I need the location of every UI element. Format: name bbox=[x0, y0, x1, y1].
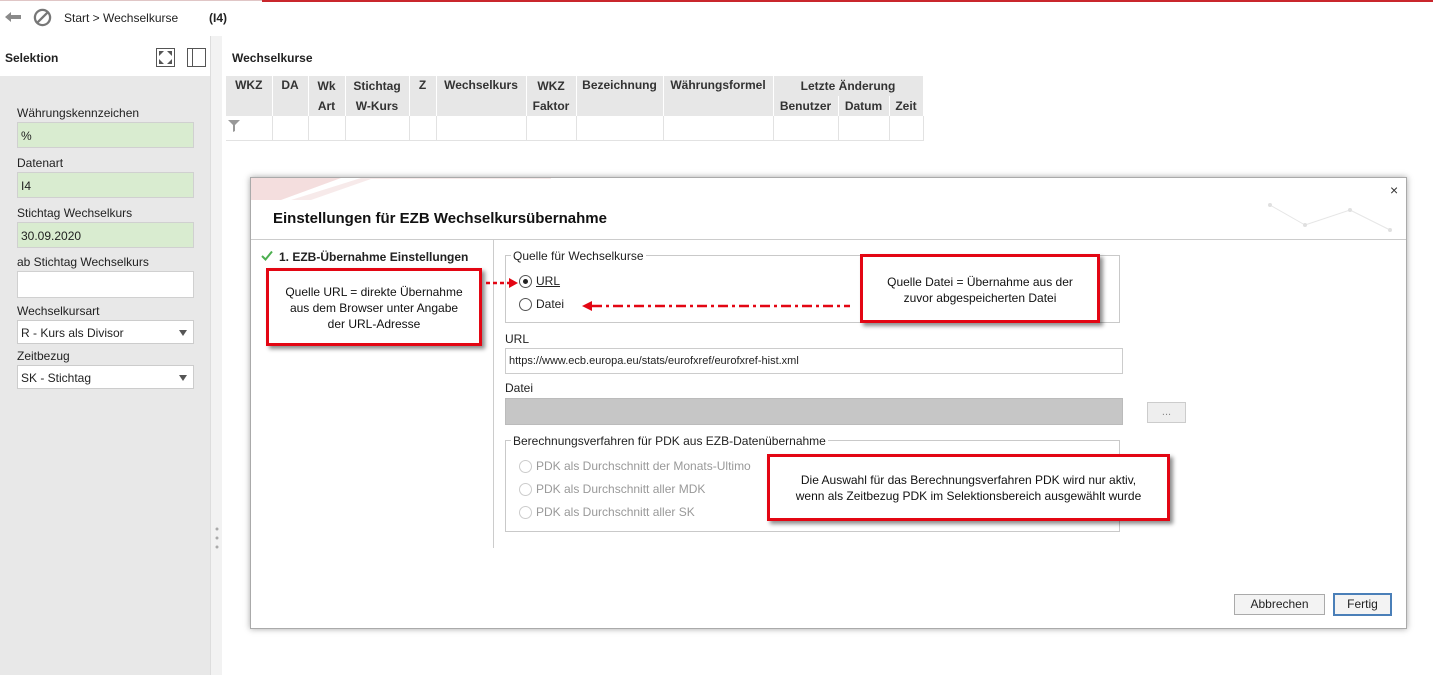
waehrung-label: Währungskennzeichen bbox=[17, 106, 140, 120]
filter-cell[interactable] bbox=[889, 116, 924, 141]
pdk-annotation: Die Auswahl für das Berechnungsverfahren… bbox=[767, 454, 1170, 521]
filter-cell[interactable] bbox=[773, 116, 839, 141]
col-datum[interactable]: Datum bbox=[838, 96, 890, 116]
cancel-button[interactable]: Abbrechen bbox=[1234, 594, 1325, 615]
ban-icon[interactable] bbox=[33, 8, 52, 27]
calculation-group-legend: Berechnungsverfahren für PDK aus EZB-Dat… bbox=[511, 434, 828, 448]
waehrung-input[interactable]: % bbox=[17, 122, 194, 148]
col-da[interactable]: DA bbox=[272, 76, 309, 116]
zeitbezug-value: SK - Stichtag bbox=[21, 371, 92, 385]
radio-pdk-mdk[interactable] bbox=[519, 483, 532, 496]
exchange-rate-table: WKZ DA Wk Stichtag Z Wechselkurs WKZ Bez… bbox=[226, 76, 924, 141]
panel-splitter[interactable] bbox=[210, 36, 222, 675]
col-wkz[interactable]: WKZ bbox=[226, 76, 273, 116]
filter-cell[interactable] bbox=[436, 116, 527, 141]
finish-button[interactable]: Fertig bbox=[1333, 593, 1392, 616]
col-wkz-faktor-top[interactable]: WKZ bbox=[526, 76, 577, 96]
url-arrow-icon bbox=[486, 278, 518, 288]
filter-cell[interactable] bbox=[226, 116, 273, 141]
col-z[interactable]: Z bbox=[409, 76, 437, 116]
col-wk-art-bottom[interactable]: Art bbox=[308, 96, 346, 116]
pdk-note-line: wenn als Zeitbezug PDK im Selektionsbere… bbox=[795, 489, 1142, 503]
col-wechselkurs[interactable]: Wechselkurs bbox=[436, 76, 527, 116]
datei-label: Datei bbox=[505, 381, 534, 395]
close-icon[interactable]: × bbox=[1390, 182, 1398, 198]
filter-cell[interactable] bbox=[409, 116, 437, 141]
col-letzte-aenderung[interactable]: Letzte Änderung bbox=[773, 76, 924, 96]
radio-datei[interactable] bbox=[519, 298, 532, 311]
filter-cell[interactable] bbox=[663, 116, 774, 141]
view-code: (I4) bbox=[209, 11, 227, 25]
filter-icon[interactable] bbox=[228, 120, 240, 133]
back-arrow-icon[interactable] bbox=[4, 10, 22, 24]
col-wk-art-top[interactable]: Wk bbox=[308, 76, 346, 96]
col-zeit[interactable]: Zeit bbox=[889, 96, 924, 116]
radio-pdk-mdk-label[interactable]: PDK als Durchschnitt aller MDK bbox=[536, 482, 705, 496]
kursart-label: Wechselkursart bbox=[17, 304, 100, 318]
filter-row bbox=[226, 116, 924, 141]
radio-url[interactable] bbox=[519, 275, 532, 288]
dialog-title: Einstellungen für EZB Wechselkursübernah… bbox=[273, 210, 607, 227]
datei-note-line: Quelle Datei = Übernahme aus der bbox=[887, 275, 1073, 289]
chevron-down-icon bbox=[179, 330, 187, 336]
radio-pdk-monats-ultimo-label[interactable]: PDK als Durchschnitt der Monats-Ultimo bbox=[536, 459, 751, 473]
url-annotation: Quelle URL = direkte Übernahme aus dem B… bbox=[266, 268, 482, 346]
source-group-legend: Quelle für Wechselkurse bbox=[511, 249, 646, 263]
col-formel[interactable]: Währungsformel bbox=[663, 76, 774, 116]
expand-icon[interactable] bbox=[156, 48, 175, 67]
datei-note-line: zuvor abgespeicherten Datei bbox=[903, 291, 1057, 305]
zeitbezug-select[interactable]: SK - Stichtag bbox=[17, 365, 194, 389]
col-stichtag-bottom[interactable]: W-Kurs bbox=[345, 96, 410, 116]
url-note-line: aus dem Browser unter Angabe bbox=[289, 301, 459, 315]
datei-input[interactable] bbox=[505, 398, 1123, 425]
url-label: URL bbox=[505, 332, 530, 346]
radio-url-label[interactable]: URL bbox=[536, 274, 560, 288]
filter-cell[interactable] bbox=[526, 116, 577, 141]
stichtag-label: Stichtag Wechselkurs bbox=[17, 206, 133, 220]
col-wkz-faktor-bottom[interactable]: Faktor bbox=[526, 96, 577, 116]
url-note-line: Quelle URL = direkte Übernahme bbox=[285, 285, 463, 299]
ab-stichtag-input[interactable] bbox=[17, 271, 194, 298]
datenart-input[interactable]: I4 bbox=[17, 172, 194, 198]
radio-pdk-monats-ultimo[interactable] bbox=[519, 460, 532, 473]
check-icon bbox=[261, 250, 273, 261]
stichtag-input[interactable]: 30.09.2020 bbox=[17, 222, 194, 248]
datenart-label: Datenart bbox=[17, 156, 64, 170]
drag-handle-icon bbox=[215, 527, 219, 549]
zeitbezug-label: Zeitbezug bbox=[17, 349, 70, 363]
dialog-network-decoration bbox=[1268, 203, 1392, 232]
col-stichtag-top[interactable]: Stichtag bbox=[345, 76, 410, 96]
filter-cell[interactable] bbox=[576, 116, 664, 141]
ab-stichtag-label: ab Stichtag Wechselkurs bbox=[17, 255, 149, 269]
datei-arrow-icon bbox=[582, 301, 850, 311]
col-benutzer[interactable]: Benutzer bbox=[773, 96, 839, 116]
sidebar-toggle-icon[interactable] bbox=[187, 48, 206, 67]
browse-button[interactable]: ... bbox=[1147, 402, 1186, 423]
radio-datei-label[interactable]: Datei bbox=[536, 297, 564, 311]
breadcrumb[interactable]: Start > Wechselkurse bbox=[64, 11, 178, 25]
kursart-select[interactable]: R - Kurs als Divisor bbox=[17, 320, 194, 344]
pdk-note-line: Die Auswahl für das Berechnungsverfahren… bbox=[800, 473, 1137, 487]
filter-cell[interactable] bbox=[838, 116, 890, 141]
main-title: Wechselkurse bbox=[232, 51, 313, 65]
datei-annotation: Quelle Datei = Übernahme aus der zuvor a… bbox=[860, 254, 1100, 323]
dialog-decoration bbox=[251, 178, 551, 200]
dialog-title-divider bbox=[251, 239, 1406, 240]
chevron-down-icon bbox=[179, 375, 187, 381]
col-bezeichnung[interactable]: Bezeichnung bbox=[576, 76, 664, 116]
step-ezb-settings[interactable]: 1. EZB-Übernahme Einstellungen bbox=[279, 250, 468, 264]
url-input[interactable]: https://www.ecb.europa.eu/stats/eurofxre… bbox=[505, 348, 1123, 374]
url-note-line: der URL-Adresse bbox=[327, 317, 421, 331]
filter-cell[interactable] bbox=[345, 116, 410, 141]
radio-pdk-sk-label[interactable]: PDK als Durchschnitt aller SK bbox=[536, 505, 695, 519]
filter-cell[interactable] bbox=[308, 116, 346, 141]
selection-title: Selektion bbox=[5, 51, 59, 65]
kursart-value: R - Kurs als Divisor bbox=[21, 326, 124, 340]
radio-pdk-sk[interactable] bbox=[519, 506, 532, 519]
filter-cell[interactable] bbox=[272, 116, 309, 141]
grid-bottom-line bbox=[226, 140, 924, 141]
